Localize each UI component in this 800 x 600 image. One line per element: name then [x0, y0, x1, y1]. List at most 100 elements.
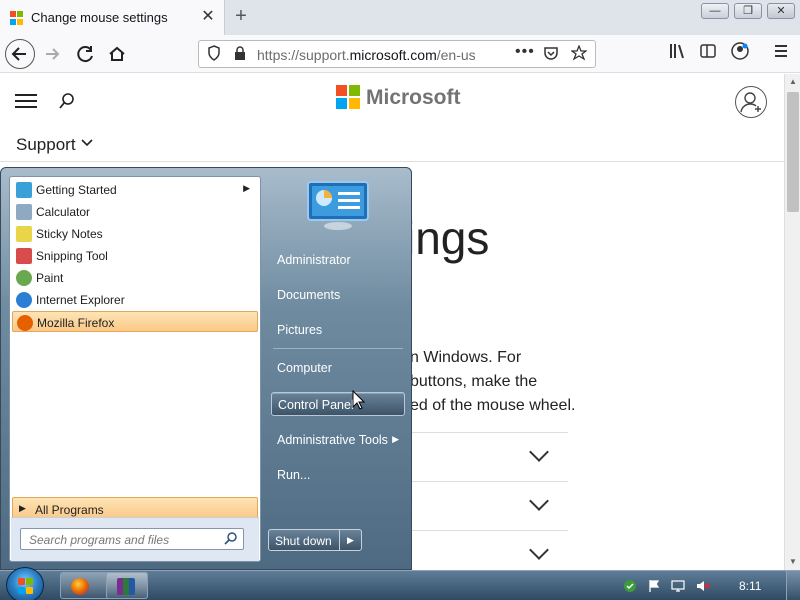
accordion-row[interactable]	[410, 530, 568, 570]
scroll-down-icon[interactable]: ▼	[785, 554, 800, 570]
header-divider	[0, 161, 784, 162]
tab-close-icon[interactable]: ✕	[199, 8, 217, 26]
start-right-item[interactable]: Computer	[271, 356, 405, 380]
url-bar[interactable]: https://support.microsoft.com/en-us •••	[198, 40, 596, 68]
shutdown-button[interactable]: Shut down ▶	[268, 529, 362, 551]
reload-button[interactable]	[72, 41, 100, 67]
program-item[interactable]: Mozilla Firefox	[12, 311, 258, 332]
chevron-down-icon	[529, 442, 549, 462]
start-right-item[interactable]: Administrator	[271, 248, 405, 272]
mouse-cursor-icon	[352, 390, 366, 410]
account-button[interactable]	[726, 41, 754, 67]
start-button[interactable]	[6, 567, 44, 600]
program-item[interactable]: Getting Started ▶	[12, 179, 258, 200]
scroll-up-icon[interactable]: ▲	[785, 74, 800, 90]
shutdown-options-icon[interactable]: ▶	[339, 530, 361, 550]
reload-icon	[77, 46, 93, 63]
submenu-arrow-icon: ▶	[392, 434, 399, 444]
start-search-input[interactable]: Search programs and files	[20, 528, 244, 550]
home-button[interactable]	[103, 41, 131, 67]
chevron-down-icon[interactable]	[80, 135, 94, 152]
library-icon	[670, 44, 684, 59]
home-icon	[109, 46, 125, 61]
accordion-row[interactable]	[410, 481, 568, 529]
show-desktop-button[interactable]	[786, 571, 800, 600]
chevron-down-icon	[529, 491, 549, 511]
browser-titlebar: Change mouse settings ✕ + — ❐ ✕	[0, 0, 800, 35]
taskbar-winrar-button[interactable]	[106, 572, 148, 599]
menu-button[interactable]	[767, 41, 795, 67]
paint-icon	[16, 270, 32, 286]
control-panel-picture-icon	[306, 180, 370, 232]
minimize-button[interactable]: —	[701, 3, 729, 19]
back-arrow-icon	[11, 47, 26, 61]
new-tab-button[interactable]: +	[231, 5, 251, 27]
triangle-right-icon: ▶	[19, 503, 26, 513]
volume-muted-icon[interactable]	[696, 579, 710, 593]
right-pane-separator	[273, 348, 403, 349]
close-window-button[interactable]: ✕	[767, 3, 795, 19]
network-tray-icon[interactable]	[671, 579, 685, 593]
scrollbar-thumb[interactable]	[787, 92, 799, 212]
support-menu[interactable]: Support	[16, 135, 76, 155]
start-right-item[interactable]: Run...	[271, 463, 405, 487]
internet-explorer-icon	[16, 292, 32, 308]
sidebar-icon	[700, 44, 716, 58]
forward-button[interactable]	[38, 41, 66, 67]
shield-icon[interactable]	[207, 45, 221, 65]
microsoft-logo-icon	[336, 85, 360, 109]
start-right-item[interactable]: Administrative Tools ▶	[271, 428, 405, 452]
firefox-icon	[17, 315, 33, 331]
chevron-down-icon	[529, 540, 549, 560]
tab-title: Change mouse settings	[31, 10, 168, 25]
system-clock[interactable]: 8:11	[739, 579, 761, 593]
sign-in-button[interactable]	[735, 86, 767, 118]
hamburger-menu-icon	[775, 45, 787, 57]
snipping-tool-icon	[16, 248, 32, 264]
microsoft-favicon-icon	[10, 11, 24, 25]
sticky-notes-icon	[16, 226, 32, 242]
program-item[interactable]: Paint	[12, 267, 258, 288]
getting-started-icon	[16, 182, 32, 198]
pocket-icon[interactable]	[543, 45, 559, 65]
taskbar: 8:11	[0, 567, 800, 600]
start-right-item[interactable]: Documents	[271, 283, 405, 307]
forward-arrow-icon	[46, 48, 60, 60]
program-item[interactable]: Internet Explorer	[12, 289, 258, 310]
submenu-arrow-icon: ▶	[243, 183, 250, 193]
security-tray-icon[interactable]	[623, 579, 637, 593]
sidebar-button[interactable]	[694, 41, 722, 67]
library-button[interactable]	[664, 41, 692, 67]
microsoft-wordmark: Microsoft	[366, 86, 461, 109]
page-title: ings	[405, 212, 490, 264]
page-scrollbar[interactable]: ▲ ▼	[784, 74, 800, 570]
lock-icon[interactable]	[233, 45, 247, 65]
winrar-icon	[117, 578, 135, 595]
program-item[interactable]: Snipping Tool	[12, 245, 258, 266]
windows-logo-icon	[18, 578, 34, 594]
browser-navbar: https://support.microsoft.com/en-us •••	[0, 35, 800, 73]
bookmark-star-icon[interactable]	[570, 44, 588, 65]
firefox-icon	[71, 578, 89, 595]
browser-tab[interactable]: Change mouse settings ✕	[0, 0, 225, 35]
back-button[interactable]	[5, 39, 35, 69]
search-icon[interactable]	[224, 531, 238, 548]
maximize-button[interactable]: ❐	[734, 3, 762, 19]
programs-pane: Getting Started ▶ Calculator Sticky Notes Sn…	[9, 176, 261, 562]
intro-paragraph: n Windows. For buttons, make the ed of t…	[410, 349, 576, 414]
accordion-row[interactable]	[410, 432, 568, 480]
site-menu-icon[interactable]	[15, 94, 37, 108]
action-center-flag-icon[interactable]	[647, 579, 661, 593]
calculator-icon	[16, 204, 32, 220]
program-item[interactable]: Calculator	[12, 201, 258, 222]
person-add-icon	[740, 92, 761, 113]
program-item[interactable]: Sticky Notes	[12, 223, 258, 244]
start-right-item[interactable]: Control Panel	[271, 392, 405, 416]
start-menu: Getting Started ▶ Calculator Sticky Notes Sn…	[0, 167, 412, 570]
all-programs-button[interactable]: ▶ All Programs	[12, 497, 258, 519]
page-actions-icon[interactable]: •••	[515, 43, 535, 61]
account-icon	[731, 42, 749, 60]
site-search-icon[interactable]	[58, 92, 76, 113]
url-text[interactable]: https://support.microsoft.com/en-us	[257, 47, 485, 63]
start-right-item[interactable]: Pictures	[271, 318, 405, 342]
